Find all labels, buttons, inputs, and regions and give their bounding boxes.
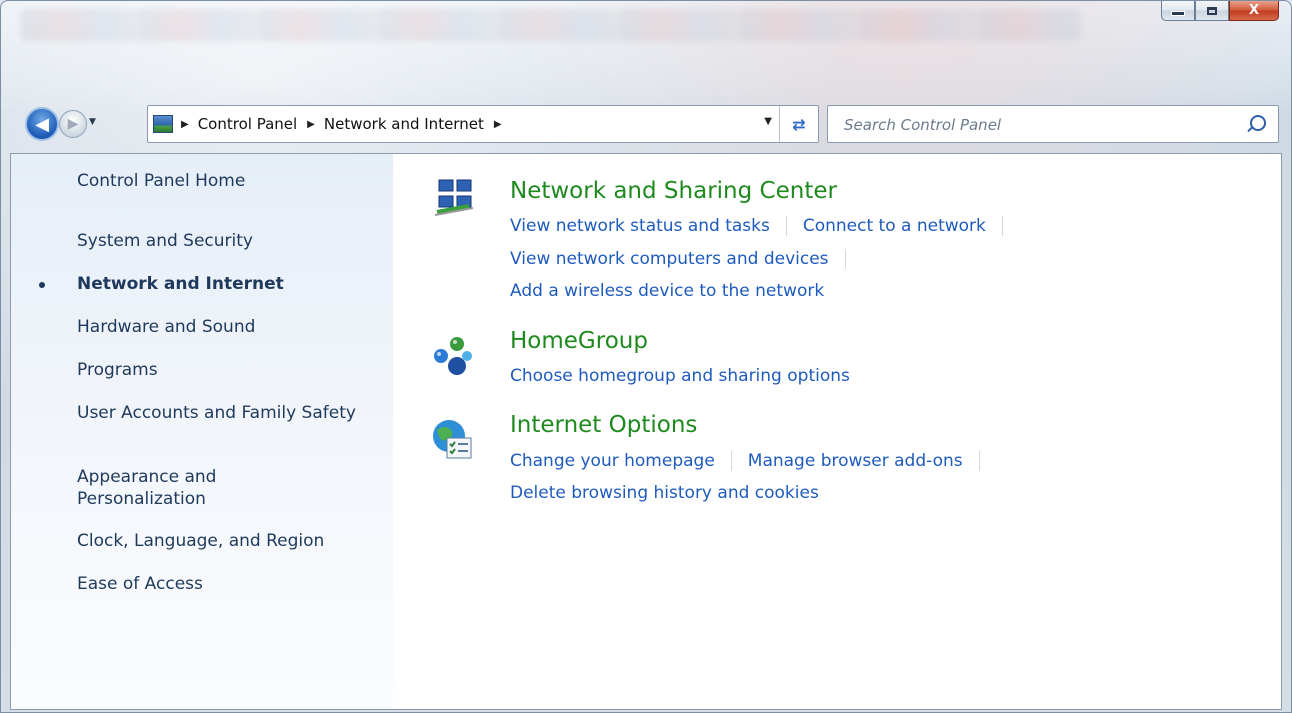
refresh-button[interactable]: ⇄	[779, 106, 818, 142]
sidebar-item-programs[interactable]: Programs	[77, 359, 377, 381]
link-divider	[844, 249, 846, 269]
close-icon: X	[1248, 3, 1260, 18]
refresh-icon: ⇄	[792, 114, 806, 134]
address-dropdown-icon[interactable]: ▼	[764, 116, 772, 127]
link-row: View network status and tasks Connect to…	[510, 216, 1019, 236]
forward-arrow-icon: ▶	[67, 116, 79, 132]
minimize-button[interactable]	[1161, 1, 1195, 21]
control-panel-icon	[153, 115, 173, 133]
back-button[interactable]: ◀	[25, 107, 59, 141]
manage-browser-addons-link[interactable]: Manage browser add-ons	[748, 451, 963, 471]
breadcrumb-arrow-icon[interactable]: ▶	[494, 119, 502, 130]
forward-button[interactable]: ▶	[59, 110, 87, 138]
recent-pages-button[interactable]: ▼	[89, 117, 96, 127]
network-sharing-center-title[interactable]: Network and Sharing Center	[510, 178, 837, 204]
sidebar-item-system-and-security[interactable]: System and Security	[77, 230, 377, 252]
network-sharing-icon[interactable]	[433, 178, 477, 222]
view-network-status-link[interactable]: View network status and tasks	[510, 216, 770, 236]
sidebar: Control Panel Home System and Security N…	[11, 154, 394, 709]
connect-to-network-link[interactable]: Connect to a network	[803, 216, 986, 236]
internet-options-icon[interactable]	[431, 418, 475, 462]
breadcrumb-arrow-icon[interactable]: ▶	[307, 119, 315, 130]
view-network-computers-link[interactable]: View network computers and devices	[510, 249, 829, 269]
search-icon[interactable]	[1250, 115, 1266, 131]
close-button[interactable]: X	[1229, 1, 1279, 21]
breadcrumb-control-panel[interactable]: Control Panel	[198, 115, 297, 133]
link-divider	[730, 451, 732, 471]
internet-options-title[interactable]: Internet Options	[510, 412, 697, 438]
change-homepage-link[interactable]: Change your homepage	[510, 451, 715, 471]
link-row: Delete browsing history and cookies	[510, 483, 819, 503]
maximize-icon	[1207, 6, 1217, 15]
sidebar-item-appearance[interactable]: Appearance and Personalization	[77, 466, 277, 510]
search-input[interactable]	[828, 106, 1246, 144]
control-panel-window: X ◀ ▶ ▼ ▶ Control Panel ▶ Network and In…	[0, 0, 1292, 713]
back-arrow-icon: ◀	[35, 113, 49, 135]
aero-glass-background	[21, 9, 1081, 41]
breadcrumb-arrow-icon[interactable]: ▶	[181, 119, 189, 130]
add-wireless-device-link[interactable]: Add a wireless device to the network	[510, 281, 824, 301]
address-bar[interactable]: ▶ Control Panel ▶ Network and Internet ▶…	[147, 105, 819, 143]
breadcrumb-network-and-internet[interactable]: Network and Internet	[324, 115, 484, 133]
maximize-button[interactable]	[1195, 1, 1229, 21]
link-row: Change your homepage Manage browser add-…	[510, 451, 996, 471]
link-divider	[1001, 216, 1003, 236]
sidebar-item-hardware-and-sound[interactable]: Hardware and Sound	[77, 316, 377, 338]
choose-homegroup-options-link[interactable]: Choose homegroup and sharing options	[510, 366, 850, 386]
delete-browsing-history-link[interactable]: Delete browsing history and cookies	[510, 483, 819, 503]
minimize-icon	[1171, 11, 1185, 16]
sidebar-item-clock-language-region[interactable]: Clock, Language, and Region	[77, 530, 377, 552]
link-row: Add a wireless device to the network	[510, 281, 824, 301]
link-divider	[978, 451, 980, 471]
caption-buttons: X	[1161, 1, 1279, 21]
link-divider	[785, 216, 787, 236]
search-box[interactable]	[827, 105, 1279, 144]
chevron-down-icon: ▼	[89, 117, 96, 127]
active-bullet-icon	[39, 282, 45, 288]
sidebar-item-user-accounts[interactable]: User Accounts and Family Safety	[77, 402, 367, 424]
sidebar-item-network-and-internet[interactable]: Network and Internet	[77, 273, 377, 295]
link-row: View network computers and devices	[510, 249, 862, 269]
homegroup-title[interactable]: HomeGroup	[510, 328, 648, 354]
sidebar-item-ease-of-access[interactable]: Ease of Access	[77, 573, 377, 595]
client-area: Control Panel Home System and Security N…	[10, 153, 1282, 710]
link-row: Choose homegroup and sharing options	[510, 366, 850, 386]
main-content: Network and Sharing Center View network …	[393, 154, 1281, 709]
homegroup-icon[interactable]	[431, 334, 475, 378]
sidebar-item-control-panel-home[interactable]: Control Panel Home	[77, 170, 377, 192]
